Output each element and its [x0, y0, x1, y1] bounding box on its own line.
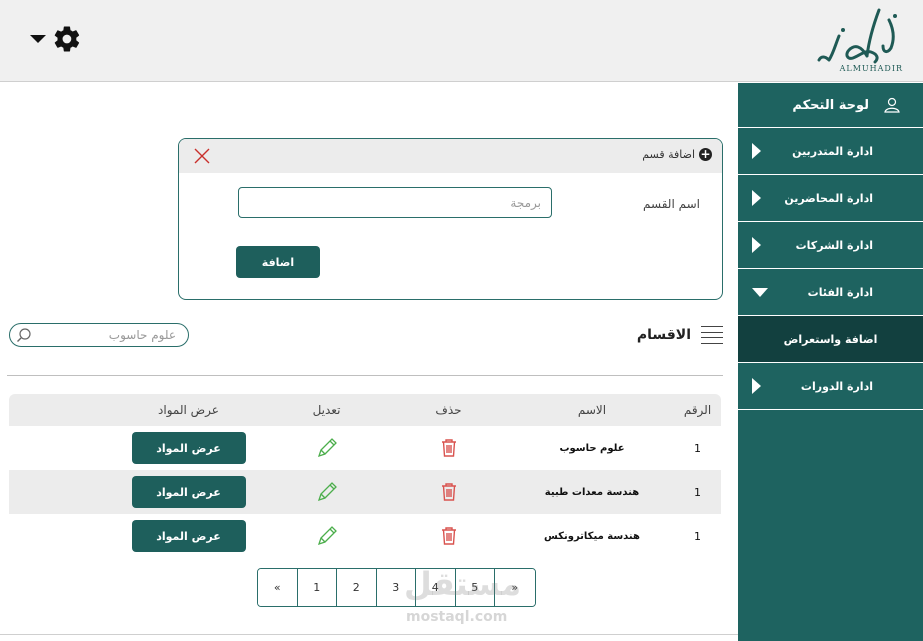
- pencil-icon[interactable]: [316, 481, 338, 503]
- triangle-down-icon: [752, 287, 768, 297]
- delete-button[interactable]: [387, 526, 510, 546]
- logo-text: ALMUHADIR: [839, 64, 903, 73]
- edit-button[interactable]: [266, 481, 387, 503]
- top-bar: ALMUHADIR: [0, 0, 923, 82]
- pencil-icon[interactable]: [316, 525, 338, 547]
- row-number: 1: [694, 441, 701, 455]
- page-1[interactable]: 1: [297, 569, 337, 606]
- row-number: 1: [694, 485, 701, 499]
- page-4[interactable]: 4: [416, 569, 456, 606]
- col-edit: تعديل: [312, 403, 341, 417]
- pagination: « 1 2 3 4 5 »: [257, 568, 536, 607]
- row-name: هندسة ميكاترونكس: [544, 530, 640, 542]
- watermark-en: mostaql.com: [406, 609, 508, 625]
- user-icon: [884, 97, 900, 113]
- add-department-panel: اضافة قسم + اسم القسم اضافة: [178, 138, 723, 300]
- view-materials-button[interactable]: عرض المواد: [131, 476, 246, 508]
- row-name: هندسة معدات طبية: [544, 486, 640, 498]
- plus-circle-icon: +: [699, 147, 712, 161]
- col-name: الاسم: [577, 403, 607, 417]
- view-materials-button[interactable]: عرض المواد: [131, 520, 246, 552]
- table-row: 1 علوم حاسوب عرض المواد: [9, 426, 721, 470]
- add-button[interactable]: اضافة: [236, 246, 320, 278]
- page-3[interactable]: 3: [376, 569, 416, 606]
- col-delete: حذف: [435, 403, 462, 417]
- close-icon[interactable]: [193, 147, 211, 165]
- col-view: عرض المواد: [158, 403, 219, 417]
- divider: [0, 634, 738, 635]
- search-input[interactable]: [9, 323, 189, 347]
- list-icon: [701, 324, 723, 346]
- panel-title-label: اضافة قسم: [642, 148, 695, 161]
- sidebar-title[interactable]: لوحة التحكم: [738, 83, 923, 128]
- name-field-label: اسم القسم: [643, 197, 700, 211]
- sidebar-item-label: ادارة المحاضرين: [784, 191, 873, 205]
- settings-menu[interactable]: [30, 24, 82, 54]
- delete-button[interactable]: [387, 438, 510, 458]
- page-2[interactable]: 2: [337, 569, 377, 606]
- gear-icon[interactable]: [52, 24, 82, 54]
- trash-icon[interactable]: [440, 438, 458, 458]
- sidebar: لوحة التحكم ادارة المتدربين ادارة المحاض…: [738, 83, 923, 641]
- search-icon: [17, 328, 31, 342]
- sidebar-item-label: ادارة المتدربين: [792, 144, 873, 158]
- pencil-icon[interactable]: [316, 437, 338, 459]
- sidebar-title-label: لوحة التحكم: [792, 97, 869, 113]
- page-5[interactable]: 5: [455, 569, 495, 606]
- department-name-input[interactable]: [238, 187, 552, 218]
- col-number: الرقم: [683, 403, 712, 417]
- triangle-right-icon: [752, 190, 761, 206]
- sidebar-item-label: ادارة الدورات: [800, 379, 873, 393]
- trash-icon[interactable]: [440, 526, 458, 546]
- page-title: الاقسام: [636, 327, 691, 343]
- sidebar-item-lecturers[interactable]: ادارة المحاضرين: [738, 175, 923, 222]
- table-row: 1 هندسة معدات طبية عرض المواد: [9, 470, 721, 514]
- row-number: 1: [694, 529, 701, 543]
- row-name: علوم حاسوب: [559, 442, 625, 454]
- caret-down-icon[interactable]: [30, 35, 46, 43]
- delete-button[interactable]: [387, 482, 510, 502]
- page-prev[interactable]: «: [258, 569, 298, 606]
- sidebar-item-label: ادارة الفئات: [807, 285, 873, 299]
- edit-button[interactable]: [266, 437, 387, 459]
- sidebar-item-label: ادارة الشركات: [795, 238, 873, 252]
- triangle-right-icon: [752, 378, 761, 394]
- table-header: الرقم الاسم حذف تعديل عرض المواد: [9, 394, 721, 426]
- view-materials-button[interactable]: عرض المواد: [131, 432, 246, 464]
- departments-header: الاقسام: [637, 324, 723, 346]
- triangle-right-icon: [752, 237, 761, 253]
- sidebar-item-trainees[interactable]: ادارة المتدربين: [738, 128, 923, 175]
- sidebar-item-categories[interactable]: ادارة الفئات: [738, 269, 923, 316]
- panel-title: اضافة قسم +: [642, 148, 712, 161]
- divider: [7, 375, 723, 376]
- page-next[interactable]: »: [495, 569, 535, 606]
- sidebar-item-companies[interactable]: ادارة الشركات: [738, 222, 923, 269]
- sidebar-item-courses[interactable]: ادارة الدورات: [738, 363, 923, 410]
- triangle-right-icon: [752, 143, 761, 159]
- sidebar-item-label: اضافة واستعراض: [783, 332, 878, 346]
- panel-header: اضافة قسم +: [179, 139, 722, 173]
- edit-button[interactable]: [266, 525, 387, 547]
- table-row: 1 هندسة ميكاترونكس عرض المواد: [9, 514, 721, 558]
- trash-icon[interactable]: [440, 482, 458, 502]
- departments-table: الرقم الاسم حذف تعديل عرض المواد 1 علوم …: [9, 394, 721, 558]
- sidebar-subitem-add-view[interactable]: اضافة واستعراض: [738, 316, 923, 363]
